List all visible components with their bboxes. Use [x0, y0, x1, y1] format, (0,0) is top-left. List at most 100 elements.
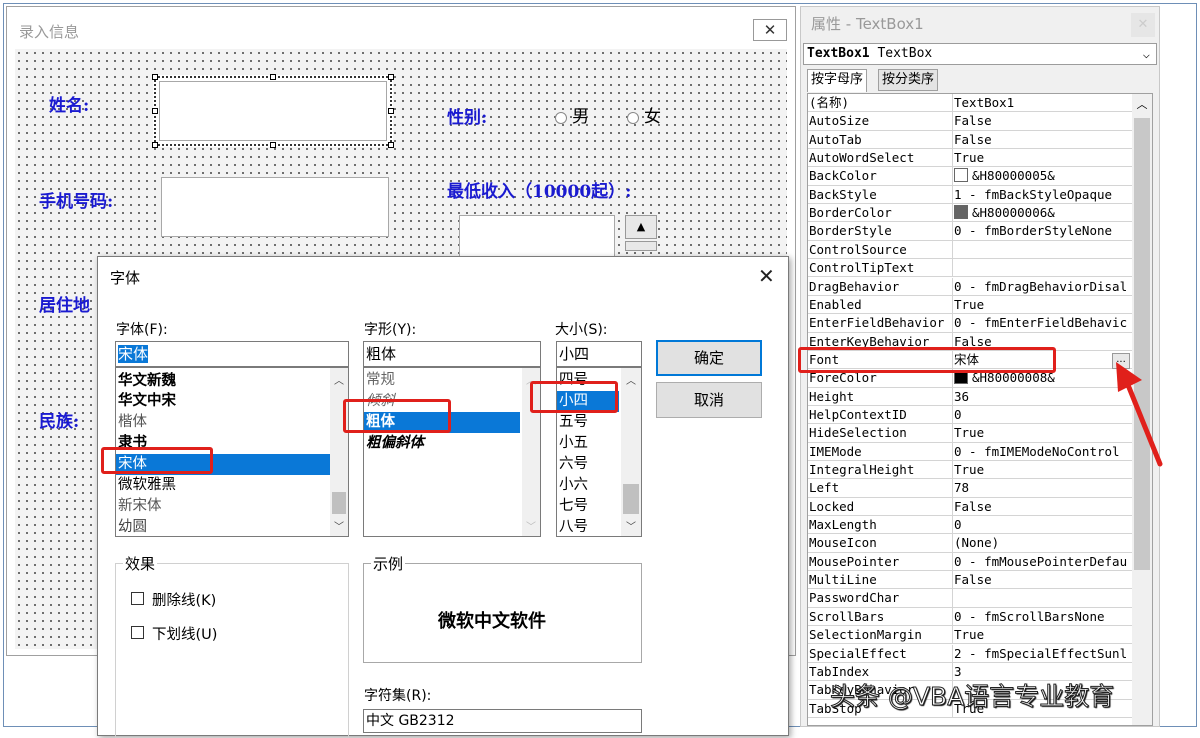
- property-row[interactable]: MultiLine False: [808, 571, 1132, 590]
- property-row[interactable]: BorderColor &H80000006&: [808, 204, 1132, 223]
- scrollbar-thumb[interactable]: [623, 484, 639, 514]
- chevron-down-icon[interactable]: ﹀: [621, 518, 641, 533]
- spin-down-button[interactable]: [625, 241, 657, 251]
- property-value[interactable]: 0 - fmBorderStyleNone: [954, 222, 1132, 240]
- property-value[interactable]: [954, 241, 1132, 259]
- list-item[interactable]: 微软雅黑: [118, 475, 176, 496]
- property-value[interactable]: (None): [954, 534, 1132, 552]
- property-row[interactable]: BackStyle 1 - fmBackStyleOpaque: [808, 185, 1132, 205]
- textbox1-selection[interactable]: [153, 75, 393, 147]
- radio-male[interactable]: 男: [555, 102, 589, 127]
- strikeout-checkbox[interactable]: [131, 592, 144, 605]
- close-icon[interactable]: ✕: [1131, 13, 1155, 37]
- property-row[interactable]: MaxLength 0: [808, 516, 1132, 535]
- property-value[interactable]: False: [954, 131, 1132, 149]
- property-row[interactable]: MousePointer 0 - fmMousePointerDefau: [808, 552, 1132, 572]
- property-row[interactable]: EnterFieldBehavior 0 - fmEnterFieldBehavi…: [808, 314, 1132, 333]
- property-value[interactable]: &H80000006&: [954, 204, 1132, 222]
- property-row[interactable]: SpecialEffect 2 - fmSpecialEffectSunl: [808, 644, 1132, 663]
- underline-checkbox[interactable]: [131, 626, 144, 639]
- resize-handle[interactable]: [152, 142, 158, 148]
- tab-categorized[interactable]: 按分类序: [878, 69, 939, 91]
- property-row[interactable]: HideSelection True: [808, 424, 1132, 443]
- list-item[interactable]: 八号: [559, 517, 588, 536]
- list-item[interactable]: 华文中宋: [118, 391, 176, 412]
- property-row[interactable]: BackColor &H80000005&: [808, 167, 1132, 186]
- list-item[interactable]: 七号: [559, 496, 588, 517]
- charset-select[interactable]: 中文 GB2312: [363, 709, 642, 733]
- property-value[interactable]: False: [954, 571, 1132, 589]
- property-row[interactable]: HelpContextID 0: [808, 405, 1132, 425]
- property-row[interactable]: DragBehavior 0 - fmDragBehaviorDisal: [808, 277, 1132, 296]
- property-value[interactable]: &H80000005&: [954, 167, 1132, 185]
- scroll-up-icon[interactable]: ︿: [1132, 96, 1152, 112]
- phone-textbox[interactable]: [161, 177, 389, 237]
- property-value[interactable]: 0 - fmScrollBarsNone: [954, 608, 1132, 626]
- resize-handle[interactable]: [388, 108, 394, 114]
- list-item[interactable]: 五号: [559, 412, 588, 433]
- scrollbar-thumb[interactable]: [332, 492, 346, 514]
- font-style-input[interactable]: 粗体: [363, 341, 541, 367]
- property-row[interactable]: Left 78: [808, 479, 1132, 498]
- property-value[interactable]: True: [954, 149, 1132, 167]
- property-value[interactable]: 2 - fmSpecialEffectSunl: [954, 645, 1132, 663]
- resize-handle[interactable]: [388, 74, 394, 80]
- list-item[interactable]: 楷体: [118, 412, 147, 433]
- property-row[interactable]: ControlSource: [808, 240, 1132, 260]
- font-style-list[interactable]: 常规 倾斜 粗体 粗偏斜体 ︿ ﹀: [363, 367, 541, 537]
- close-icon[interactable]: ✕: [758, 265, 775, 287]
- tab-alphabetic[interactable]: 按字母序: [807, 69, 868, 92]
- list-item[interactable]: 幼圆: [118, 517, 147, 536]
- property-value[interactable]: 0 - fmDragBehaviorDisal: [954, 278, 1132, 296]
- list-item[interactable]: 粗偏斜体: [366, 433, 424, 454]
- property-value[interactable]: 0 - fmIMEModeNoControl: [954, 443, 1132, 461]
- spin-up-icon[interactable]: ▲: [625, 215, 657, 239]
- property-row[interactable]: AutoSize False: [808, 112, 1132, 131]
- property-value[interactable]: 36: [954, 388, 1132, 406]
- property-value[interactable]: 0: [954, 406, 1132, 424]
- property-row[interactable]: Enabled True: [808, 295, 1132, 315]
- property-value[interactable]: False: [954, 498, 1132, 516]
- list-item[interactable]: 华文新魏: [118, 370, 176, 391]
- property-value[interactable]: True: [954, 296, 1132, 314]
- chevron-down-icon[interactable]: ﹀: [522, 518, 540, 533]
- list-item[interactable]: 常规: [366, 370, 395, 391]
- property-row[interactable]: BorderStyle 0 - fmBorderStyleNone: [808, 222, 1132, 241]
- property-row[interactable]: Height 36: [808, 387, 1132, 406]
- name-textbox[interactable]: [159, 81, 387, 141]
- list-item[interactable]: 新宋体: [118, 496, 162, 517]
- close-icon[interactable]: ✕: [753, 19, 787, 41]
- resize-handle[interactable]: [152, 74, 158, 80]
- chevron-up-icon[interactable]: ︿: [621, 372, 641, 387]
- cancel-button[interactable]: 取消: [656, 382, 762, 418]
- property-row[interactable]: IntegralHeight True: [808, 461, 1132, 480]
- list-item[interactable]: 小六: [559, 475, 588, 496]
- size-list-scrollbar[interactable]: ︿ ﹀: [621, 368, 641, 536]
- resize-handle[interactable]: [270, 74, 276, 80]
- property-value[interactable]: [954, 259, 1132, 277]
- property-row[interactable]: MouseIcon (None): [808, 534, 1132, 553]
- font-size-input[interactable]: 小四: [556, 341, 642, 367]
- resize-handle[interactable]: [388, 142, 394, 148]
- ok-button[interactable]: 确定: [656, 340, 762, 376]
- scrollbar-thumb[interactable]: [1134, 118, 1150, 570]
- property-value[interactable]: 1 - fmBackStyleOpaque: [954, 186, 1132, 204]
- list-item[interactable]: 小五: [559, 433, 588, 454]
- chevron-down-icon[interactable]: ﹀: [330, 518, 348, 533]
- property-row[interactable]: Locked False: [808, 497, 1132, 517]
- object-selector[interactable]: TextBox1 TextBox ⌵: [803, 43, 1157, 65]
- property-row[interactable]: ControlTipText: [808, 259, 1132, 278]
- property-value[interactable]: False: [954, 112, 1132, 130]
- property-value[interactable]: 0 - fmMousePointerDefau: [954, 553, 1132, 571]
- list-item[interactable]: 六号: [559, 454, 588, 475]
- property-row[interactable]: PasswordChar: [808, 589, 1132, 608]
- font-list-scrollbar[interactable]: ︿ ﹀: [330, 368, 348, 536]
- property-row[interactable]: AutoTab False: [808, 130, 1132, 150]
- property-value[interactable]: [954, 589, 1132, 607]
- property-row[interactable]: AutoWordSelect True: [808, 149, 1132, 168]
- property-value[interactable]: True: [954, 461, 1132, 479]
- property-row[interactable]: SelectionMargin True: [808, 626, 1132, 645]
- chevron-up-icon[interactable]: ︿: [330, 372, 348, 387]
- property-row[interactable]: IMEMode 0 - fmIMEModeNoControl: [808, 442, 1132, 461]
- resize-handle[interactable]: [152, 108, 158, 114]
